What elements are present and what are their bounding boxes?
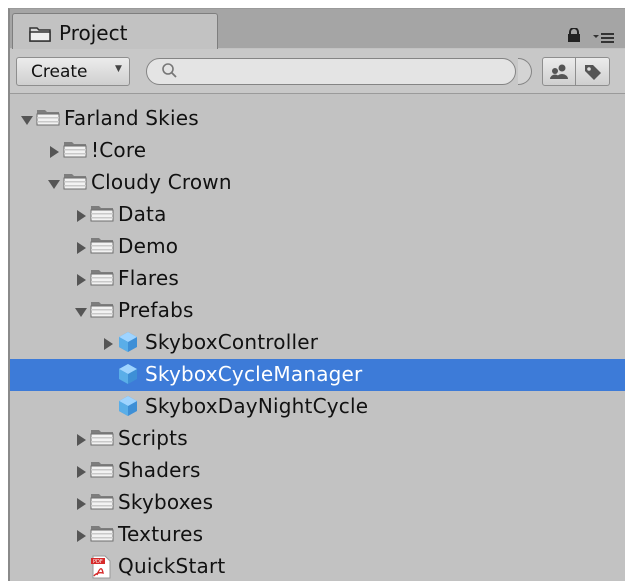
search-icon [161,62,179,84]
expand-arrow-down-icon[interactable] [74,304,88,318]
tab-project[interactable]: Project [12,13,218,51]
tree-item[interactable]: PDF QuickStart [10,551,625,583]
folder-icon [90,459,114,483]
expand-arrow-right-icon[interactable] [74,432,88,446]
folder-icon [90,523,114,547]
prefab-icon [117,363,139,389]
expand-arrow-right-icon[interactable] [74,272,88,286]
tree-item[interactable]: SkyboxCycleManager [10,359,625,391]
menu-icon[interactable] [593,29,615,48]
folder-icon [63,171,87,195]
tree-item[interactable]: Shaders [10,455,625,487]
expand-arrow-right-icon[interactable] [74,240,88,254]
folder-icon [90,299,114,323]
tree-item[interactable]: Flares [10,263,625,295]
tree-item-label: SkyboxCycleManager [145,362,363,386]
lock-icon[interactable] [567,27,581,46]
filter-by-type-button[interactable] [542,57,576,86]
tree-item[interactable]: Data [10,199,625,231]
folder-icon [90,427,114,451]
tree-item-label: Skyboxes [118,490,214,514]
search-cancel-button[interactable] [518,58,532,85]
tree-item-label: SkyboxDayNightCycle [145,394,369,418]
tree-item-label: Scripts [118,426,188,450]
tree-item[interactable]: Prefabs [10,295,625,327]
svg-text:PDF: PDF [93,559,103,565]
folder-icon [29,26,51,46]
tree-item-label: Cloudy Crown [91,170,232,194]
folder-icon [63,139,87,163]
tree-item-label: Demo [118,234,179,258]
expand-arrow-down-icon[interactable] [20,112,34,126]
tree-item[interactable]: Scripts [10,423,625,455]
toolbar: Create ▼ [10,49,625,94]
tab-label: Project [59,21,128,45]
expand-arrow-right-icon[interactable] [101,336,115,350]
tree-item-label: Textures [118,522,204,546]
tree-item[interactable]: SkyboxDayNightCycle [10,391,625,423]
tree-item-label: QuickStart [118,554,226,578]
expand-arrow-right-icon[interactable] [74,464,88,478]
chevron-down-icon: ▼ [115,64,122,74]
tree-item[interactable]: Farland Skies [10,103,625,135]
expand-arrow-right-icon[interactable] [47,144,61,158]
expand-arrow-down-icon[interactable] [47,176,61,190]
project-tree: Farland Skies !Core Cloudy Crown Data Demo Fl… [10,97,625,581]
folder-icon [90,235,114,259]
folder-icon [90,491,114,515]
folder-icon [36,107,60,131]
tree-item[interactable]: Textures [10,519,625,551]
project-panel: Project Create ▼ Farland Skies !Core Clo… [8,8,625,581]
filter-by-label-icon [585,65,601,80]
tree-item[interactable]: Skyboxes [10,487,625,519]
prefab-icon [117,395,139,421]
prefab-icon [117,331,139,357]
expand-arrow-right-icon[interactable] [74,208,88,222]
search-input[interactable] [183,61,487,83]
tree-item-label: Shaders [118,458,201,482]
folder-icon [90,267,114,291]
tree-item-label: Flares [118,266,180,290]
tab-bar: Project [10,9,625,51]
tree-item[interactable]: Cloudy Crown [10,167,625,199]
tree-item[interactable]: SkyboxController [10,327,625,359]
folder-icon [90,203,114,227]
tree-item-label: !Core [91,138,147,162]
expand-arrow-right-icon[interactable] [74,528,88,542]
create-label: Create [31,62,88,82]
expand-arrow-right-icon[interactable] [74,496,88,510]
filter-by-label-button[interactable] [576,57,610,86]
tree-item[interactable]: !Core [10,135,625,167]
pdf-icon: PDF [90,555,112,583]
search-field[interactable] [146,58,516,85]
tree-item-label: Data [118,202,167,226]
tree-item[interactable]: Demo [10,231,625,263]
create-button[interactable]: Create ▼ [16,57,130,86]
tree-item-label: Prefabs [118,298,194,322]
tree-item-label: SkyboxController [145,330,319,354]
filter-by-type-icon [550,64,568,79]
tree-item-label: Farland Skies [64,106,199,130]
